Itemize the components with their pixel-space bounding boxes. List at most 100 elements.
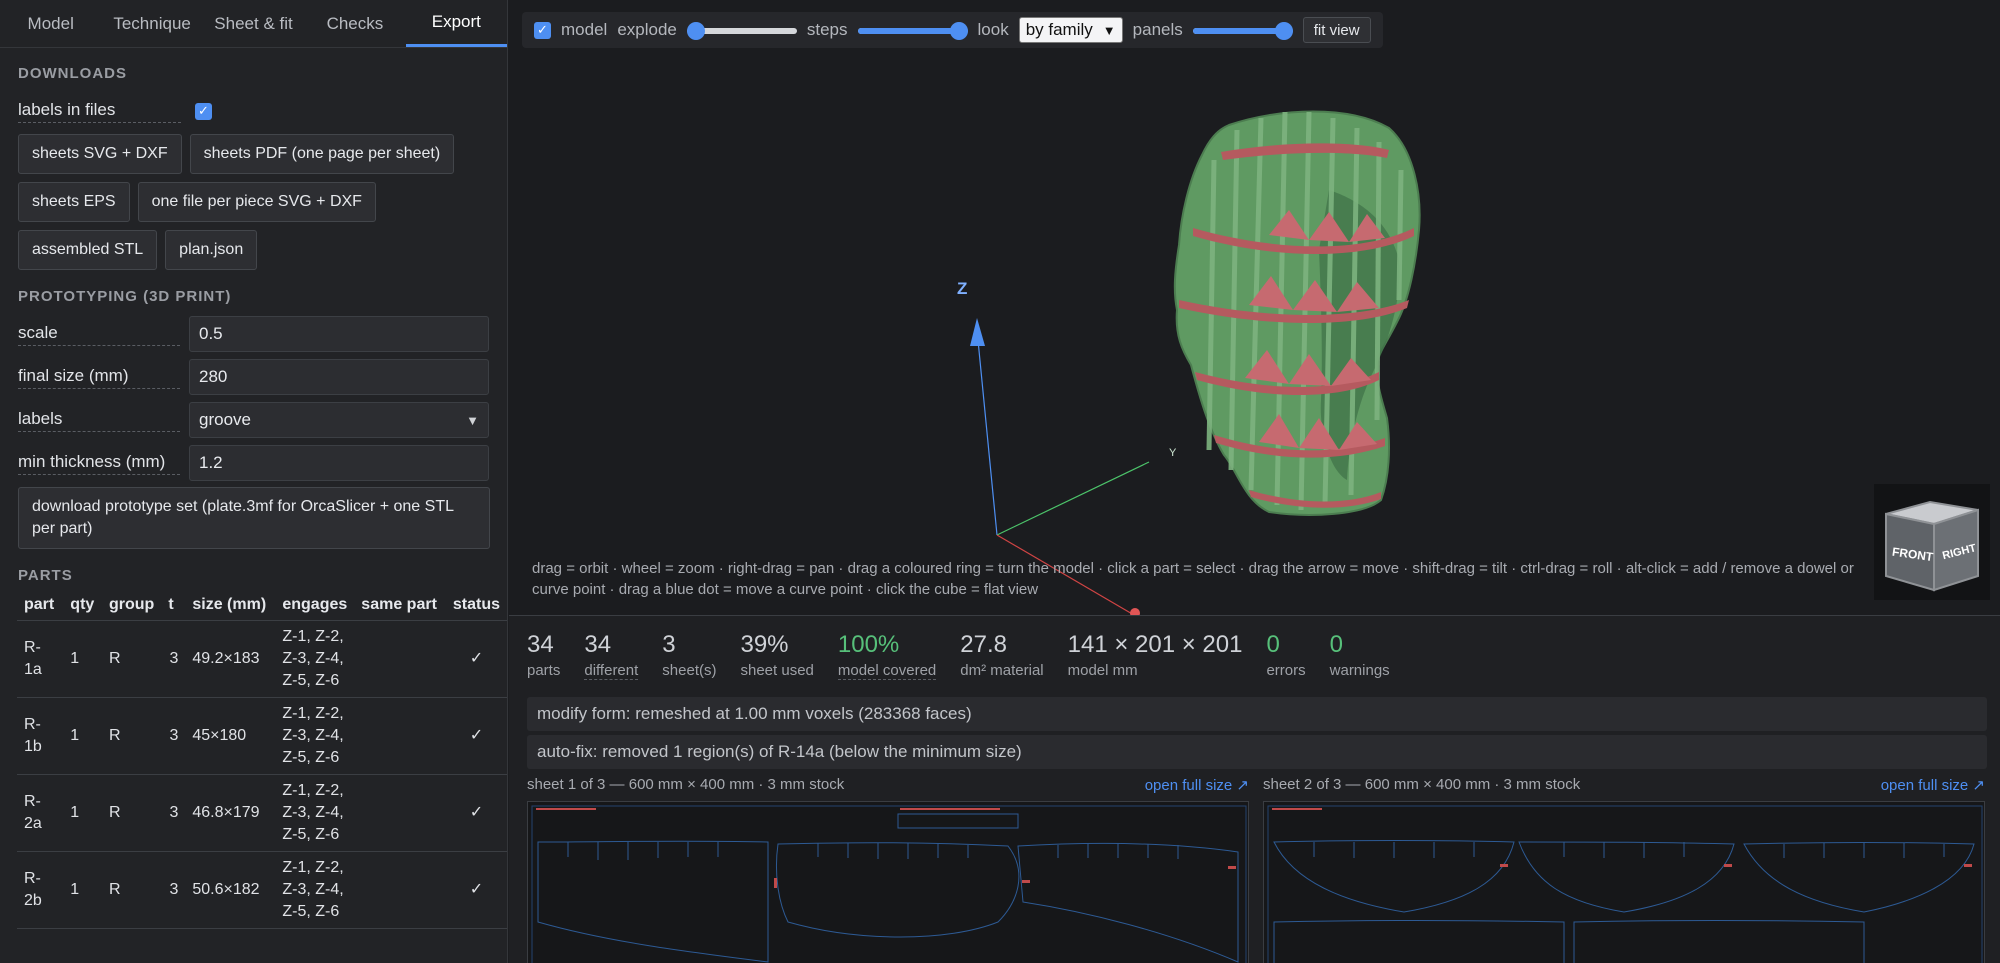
column-header[interactable]: status xyxy=(445,588,507,621)
steps-slider[interactable] xyxy=(857,22,968,40)
sheet-1-open-link[interactable]: open full size ↗ xyxy=(1145,776,1249,794)
z-axis-line xyxy=(976,329,998,536)
x-axis-handle[interactable] xyxy=(1130,608,1140,615)
parts-table: part qty group t size (mm) engages same … xyxy=(17,588,507,929)
column-header[interactable]: t xyxy=(161,588,186,621)
labels-in-files-label: labels in files xyxy=(18,100,181,123)
stat-sheets: 3 sheet(s) xyxy=(662,631,717,679)
same-part-cell xyxy=(354,774,446,852)
same-part-cell xyxy=(354,620,446,698)
sheet-2-open-link[interactable]: open full size ↗ xyxy=(1881,776,1985,794)
stat-material: 27.8 dm² material xyxy=(960,631,1044,679)
panels-slider[interactable] xyxy=(1192,22,1293,40)
sheet-2-drawing xyxy=(1267,805,1983,963)
group-cell: R xyxy=(102,851,162,929)
engages-cell: Z-1, Z-2, Z-3, Z-4, Z-5, Z-6 xyxy=(275,697,355,775)
plan-json-button[interactable]: plan.json xyxy=(165,230,258,270)
tab-sheet-fit[interactable]: Sheet & fit xyxy=(203,0,304,47)
3d-viewport[interactable]: Z Y ✓ model explode steps look by family… xyxy=(509,0,2000,615)
labels-in-files-row: labels in files ✓ xyxy=(18,96,489,126)
table-row[interactable]: R-2a 1 R 3 46.8×179 Z-1, Z-2, Z-3, Z-4, … xyxy=(17,774,507,852)
qty-cell: 1 xyxy=(63,620,102,698)
y-axis-line xyxy=(996,461,1150,536)
labels-in-files-checkbox[interactable]: ✓ xyxy=(195,102,212,120)
look-label: look xyxy=(977,20,1009,39)
stats-row: 34 parts 34 different 3 sheet(s) 39% sheet u… xyxy=(527,630,1390,680)
explode-slider[interactable] xyxy=(686,22,797,40)
model-scene[interactable]: Z Y xyxy=(509,0,2000,615)
tab-bar: Model Technique Sheet & fit Checks Expor… xyxy=(0,0,507,48)
parts-heading: PARTS xyxy=(18,567,73,584)
final-size-input[interactable]: 280 xyxy=(189,359,489,395)
column-header[interactable]: size (mm) xyxy=(185,588,276,621)
table-row[interactable]: R-1b 1 R 3 45×180 Z-1, Z-2, Z-3, Z-4, Z-… xyxy=(17,697,507,775)
scale-input[interactable]: 0.5 xyxy=(189,316,489,352)
downloads-heading: DOWNLOADS xyxy=(18,65,127,82)
tab-checks[interactable]: Checks xyxy=(304,0,405,47)
same-part-cell xyxy=(354,851,446,929)
table-row[interactable]: R-1a 1 R 3 49.2×183 Z-1, Z-2, Z-3, Z-4, … xyxy=(17,620,507,698)
prototyping-heading: PROTOTYPING (3D PRINT) xyxy=(18,288,232,305)
part-cell: R-2b xyxy=(17,851,64,929)
thickness-cell: 3 xyxy=(161,620,186,698)
per-piece-svg-dxf-button[interactable]: one file per piece SVG + DXF xyxy=(137,182,376,222)
part-cell: R-1a xyxy=(17,620,64,698)
engages-cell: Z-1, Z-2, Z-3, Z-4, Z-5, Z-6 xyxy=(275,851,355,929)
column-header[interactable]: engages xyxy=(275,588,355,621)
column-header[interactable]: qty xyxy=(63,588,102,621)
qty-cell: 1 xyxy=(63,851,102,929)
sheet-1-title: sheet 1 of 3 — 600 mm × 400 mm · 3 mm st… xyxy=(527,776,845,793)
min-thickness-input[interactable]: 1.2 xyxy=(189,445,489,481)
sheets-eps-button[interactable]: sheets EPS xyxy=(18,182,130,222)
size-cell: 45×180 xyxy=(185,697,276,775)
sheets-svg-dxf-button[interactable]: sheets SVG + DXF xyxy=(18,134,182,174)
size-cell: 49.2×183 xyxy=(185,620,276,698)
stat-warnings: 0 warnings xyxy=(1329,631,1390,679)
z-axis-arrow-icon[interactable] xyxy=(970,318,985,346)
view-cube[interactable]: FRONT RIGHT xyxy=(1874,484,1990,600)
sheet-1-header: sheet 1 of 3 — 600 mm × 400 mm · 3 mm st… xyxy=(527,776,1249,794)
group-cell: R xyxy=(102,620,162,698)
slider-thumb[interactable] xyxy=(949,22,968,40)
view-toolbar: ✓ model explode steps look by family ▼ p… xyxy=(522,12,1383,48)
labels-select[interactable]: groove ▼ xyxy=(189,402,489,438)
assembled-stl-button[interactable]: assembled STL xyxy=(18,230,158,270)
tab-technique[interactable]: Technique xyxy=(101,0,202,47)
sheets-pdf-button[interactable]: sheets PDF (one page per sheet) xyxy=(189,134,455,174)
group-cell: R xyxy=(102,774,162,852)
qty-cell: 1 xyxy=(63,697,102,775)
look-select-value: by family xyxy=(1025,20,1093,39)
column-header[interactable]: group xyxy=(102,588,162,621)
head-model[interactable] xyxy=(1173,110,1421,516)
labels-label: labels xyxy=(18,409,180,432)
labels-select-value: groove xyxy=(199,410,251,429)
column-header[interactable]: same part xyxy=(354,588,446,621)
status-cell: ✓ xyxy=(445,697,507,775)
slider-thumb[interactable] xyxy=(686,22,705,40)
table-row[interactable]: R-2b 1 R 3 50.6×182 Z-1, Z-2, Z-3, Z-4, … xyxy=(17,851,507,929)
tab-model[interactable]: Model xyxy=(0,0,101,47)
look-select[interactable]: by family ▼ xyxy=(1018,17,1123,43)
sheet-1-drawing xyxy=(531,805,1247,963)
status-cell: ✓ xyxy=(445,774,507,852)
model-checkbox[interactable]: ✓ xyxy=(534,21,551,39)
sheet-2-preview[interactable] xyxy=(1263,801,1985,963)
column-header[interactable]: part xyxy=(17,588,64,621)
sheet-1-preview[interactable] xyxy=(527,801,1249,963)
status-cell: ✓ xyxy=(445,620,507,698)
results-panel: 34 parts 34 different 3 sheet(s) 39% sheet u… xyxy=(509,615,2000,963)
download-prototype-button[interactable]: download prototype set (plate.3mf for Or… xyxy=(18,487,490,549)
min-thickness-label: min thickness (mm) xyxy=(18,452,180,475)
fit-view-button[interactable]: fit view xyxy=(1302,17,1371,43)
settings-panel: Model Technique Sheet & fit Checks Expor… xyxy=(0,0,508,963)
model-label: model xyxy=(561,20,608,39)
z-axis-label: Z xyxy=(957,279,967,298)
slider-thumb[interactable] xyxy=(1274,22,1293,40)
steps-label: steps xyxy=(806,20,848,39)
panels-label: panels xyxy=(1132,20,1183,39)
stat-model-size: 141 × 201 × 201 model mm xyxy=(1067,631,1243,679)
remesh-notice: modify form: remeshed at 1.00 mm voxels … xyxy=(527,697,1987,731)
stat-model-covered: 100% model covered xyxy=(837,631,937,680)
tab-export[interactable]: Export xyxy=(405,0,507,47)
app-window: Model Technique Sheet & fit Checks Expor… xyxy=(0,0,2000,963)
